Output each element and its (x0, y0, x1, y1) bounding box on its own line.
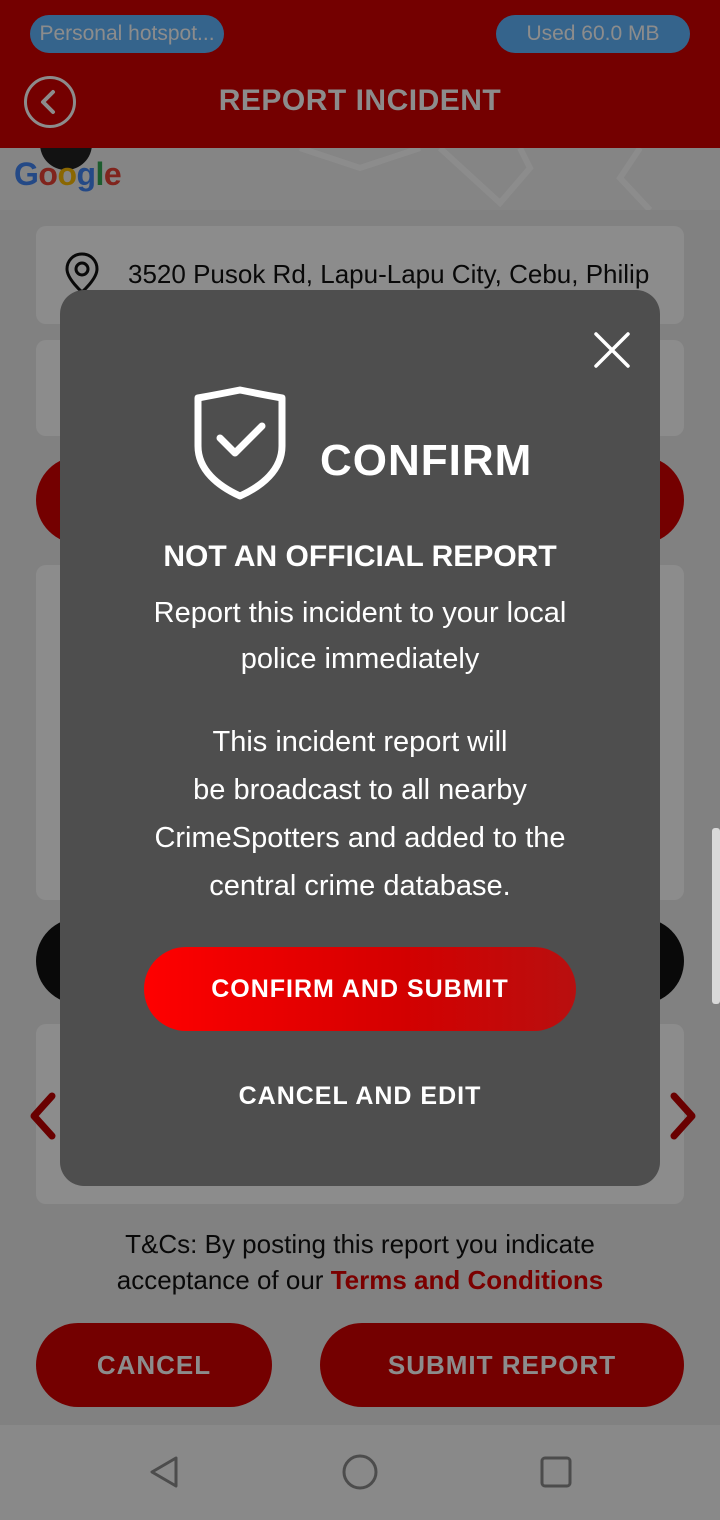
dialog-body: This incident report will be broadcast t… (60, 718, 660, 910)
scrollbar[interactable] (712, 828, 720, 1004)
cancel-and-edit-button[interactable]: CANCEL AND EDIT (60, 1082, 660, 1111)
dialog-subtext-line-1: Report this incident to your local (153, 597, 567, 629)
close-icon[interactable] (592, 330, 632, 370)
dialog-body-line-4: central crime database. (209, 870, 511, 902)
dialog-body-line-3: CrimeSpotters and added to the (154, 822, 566, 854)
shield-check-icon (194, 386, 286, 500)
dialog-heading: NOT AN OFFICIAL REPORT (163, 540, 557, 573)
dialog-body-line-1: This incident report will (212, 726, 508, 758)
dialog-subtext: Report this incident to your local polic… (60, 590, 660, 682)
confirm-and-submit-button[interactable]: CONFIRM AND SUBMIT (144, 947, 576, 1031)
dialog-body-line-2: be broadcast to all nearby (193, 774, 527, 806)
dialog-title: CONFIRM (320, 436, 533, 485)
dialog-subtext-line-2: police immediately (240, 643, 480, 675)
